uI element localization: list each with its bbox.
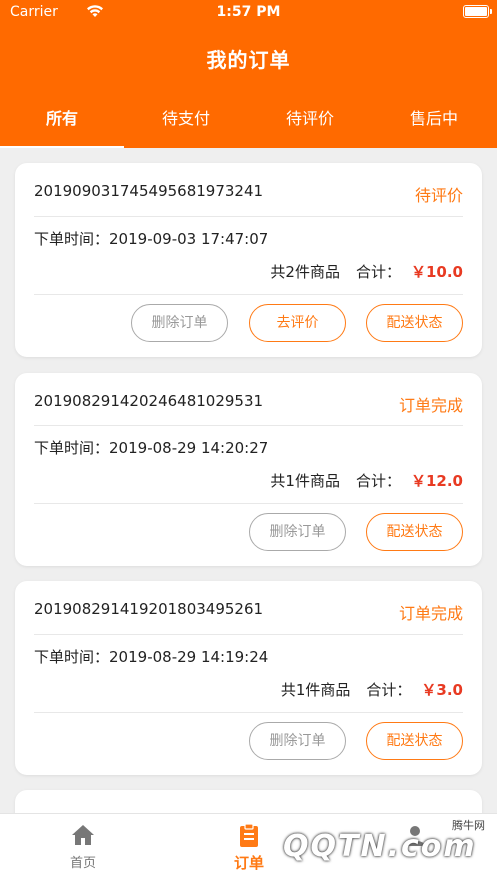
page-title: 我的订单	[206, 48, 291, 72]
divider	[34, 503, 463, 504]
tab-pending-review[interactable]: 待评价	[248, 100, 372, 148]
clock: 1:57 PM	[216, 4, 281, 20]
tabbar-orders[interactable]: 订单	[209, 822, 289, 873]
order-time-value: 2019-09-03 17:47:07	[109, 230, 269, 248]
tab-all[interactable]: 所有	[0, 100, 124, 148]
total-label: 合计：	[366, 681, 412, 699]
watermark-logo: QQTN.com	[283, 829, 477, 864]
tabbar-home[interactable]: 首页	[43, 822, 123, 871]
order-status: 订单完成	[398, 396, 463, 415]
item-count: 共1件商品	[280, 681, 351, 699]
battery-icon	[463, 5, 492, 18]
clipboard-icon	[240, 823, 258, 847]
item-count: 共2件商品	[270, 263, 340, 281]
bottom-tab-bar: 首页 订单 腾牛网 QQTN.com	[0, 813, 497, 883]
order-time: 下单时间：2019-08-29 14:19:24	[34, 646, 268, 667]
divider	[34, 425, 463, 426]
total-label: 合计：	[355, 472, 401, 490]
item-count: 共1件商品	[270, 472, 340, 490]
order-price: ￥3.0	[421, 681, 463, 699]
divider	[34, 634, 463, 635]
order-time-label: 下单时间：	[34, 439, 110, 457]
tabbar-orders-label: 订单	[233, 854, 264, 872]
order-summary: 共1件商品 合计： ￥12.0	[270, 470, 463, 491]
order-status: 待评价	[414, 186, 463, 205]
review-button[interactable]: 去评价	[249, 304, 346, 342]
order-time-value: 2019-08-29 14:20:27	[109, 439, 269, 457]
delete-order-button[interactable]: 删除订单	[131, 304, 228, 342]
order-price: ￥12.0	[410, 472, 463, 490]
delivery-status-button[interactable]: 配送状态	[366, 304, 463, 342]
order-number: 201908291419201803495261	[34, 600, 264, 618]
divider	[34, 216, 463, 217]
tab-pending-payment[interactable]: 待支付	[124, 100, 248, 148]
order-number: 20190903174549568197324​1	[34, 182, 264, 200]
order-price: ￥10.0	[410, 263, 463, 281]
order-card: 201908291419201803495261 订单完成 下单时间：2019-…	[15, 581, 482, 775]
order-tabs: 所有 待支付 待评价 售后中	[0, 100, 497, 148]
tab-after-sales[interactable]: 售后中	[372, 100, 496, 148]
tabbar-home-label: 首页	[69, 856, 96, 871]
order-time: 下单时间：2019-09-03 17:47:07	[34, 228, 268, 249]
divider	[34, 712, 463, 713]
watermark: 腾牛网 QQTN.com	[283, 815, 493, 877]
delete-order-button[interactable]: 删除订单	[249, 513, 346, 551]
order-card: 20190903174549568197324​1 待评价 下单时间：2019-…	[15, 163, 482, 357]
order-status: 订单完成	[398, 604, 463, 623]
delivery-status-button[interactable]: 配送状态	[366, 513, 463, 551]
delete-order-button[interactable]: 删除订单	[249, 722, 346, 760]
home-icon	[72, 825, 94, 845]
total-label: 合计：	[355, 263, 401, 281]
header-bar: Carrier 1:57 PM 我的订单 所有 待支付 待评价 售后中	[0, 0, 497, 148]
order-time: 下单时间：2019-08-29 14:20:27	[34, 437, 268, 458]
order-number: 201908291420246481029531	[34, 392, 264, 410]
order-time-label: 下单时间：	[34, 648, 110, 666]
status-bar: Carrier 1:57 PM	[0, 0, 497, 24]
delivery-status-button[interactable]: 配送状态	[366, 722, 463, 760]
order-card: 201908291420246481029531 订单完成 下单时间：2019-…	[15, 373, 482, 566]
order-time-label: 下单时间：	[34, 230, 110, 248]
order-summary: 共1件商品 合计： ￥3.0	[281, 679, 463, 700]
order-summary: 共2件商品 合计： ￥10.0	[270, 261, 463, 282]
divider	[34, 294, 463, 295]
order-time-value: 2019-08-29 14:19:24	[109, 648, 269, 666]
